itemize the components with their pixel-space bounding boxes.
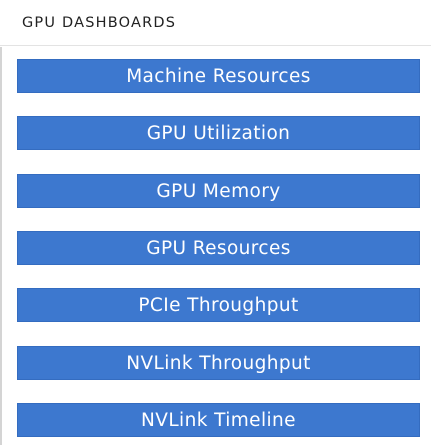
dashboard-button-list: Machine Resources GPU Utilization GPU Me… — [0, 47, 431, 445]
pcie-throughput-button[interactable]: PCIe Throughput — [17, 288, 420, 322]
nvlink-throughput-button[interactable]: NVLink Throughput — [17, 346, 420, 380]
machine-resources-button[interactable]: Machine Resources — [17, 59, 420, 93]
nvlink-timeline-button[interactable]: NVLink Timeline — [17, 403, 420, 437]
gpu-dashboards-panel: GPU DASHBOARDS Machine Resources GPU Uti… — [0, 0, 431, 445]
panel-title: GPU DASHBOARDS — [0, 0, 431, 46]
gpu-utilization-button[interactable]: GPU Utilization — [17, 116, 420, 150]
gpu-memory-button[interactable]: GPU Memory — [17, 174, 420, 208]
gpu-resources-button[interactable]: GPU Resources — [17, 231, 420, 265]
